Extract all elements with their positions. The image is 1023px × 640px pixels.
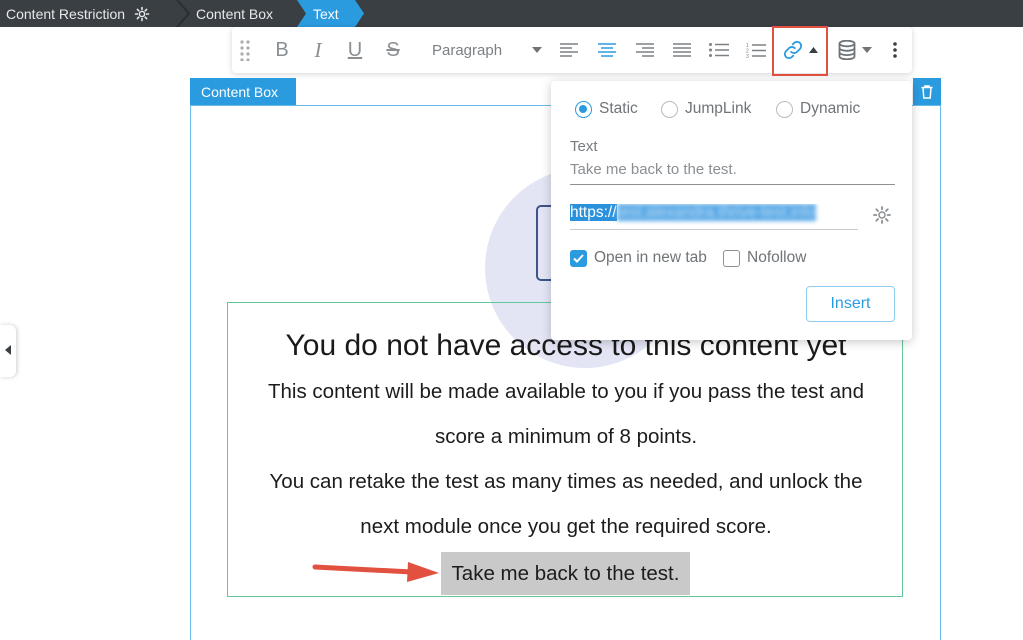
- trash-icon[interactable]: [913, 78, 941, 105]
- numbered-list-icon[interactable]: 123: [745, 27, 767, 73]
- breadcrumb-active-arrow: [355, 0, 364, 27]
- link-type-label: JumpLink: [685, 100, 752, 117]
- breadcrumb-item-content-restriction[interactable]: Content Restriction: [0, 0, 178, 27]
- link-settings-popup: Static JumpLink Dynamic Text Take me bac…: [551, 81, 912, 340]
- paragraph-style-select[interactable]: Paragraph: [422, 27, 552, 73]
- strikethrough-icon: S: [386, 38, 400, 61]
- breadcrumb-separator: [176, 0, 190, 27]
- underline-icon: U: [347, 38, 363, 61]
- radio-icon[interactable]: [661, 100, 678, 118]
- text-formatting-toolbar: B I U S Paragraph 1 2 3: [232, 26, 912, 76]
- svg-text:3: 3: [746, 54, 749, 58]
- more-options-icon[interactable]: [886, 27, 904, 73]
- breadcrumb-label: Content Restriction: [6, 5, 126, 22]
- breadcrumb-separator: [297, 0, 306, 27]
- caret-down-icon: [532, 47, 542, 53]
- breadcrumb-item-content-box[interactable]: Content Box: [190, 0, 296, 27]
- bullet-list-icon[interactable]: [708, 27, 730, 73]
- caret-down-icon: [862, 47, 872, 53]
- radio-icon[interactable]: [776, 100, 793, 118]
- gear-icon[interactable]: [134, 6, 150, 22]
- link-type-label: Static: [599, 100, 638, 117]
- link-type-jumplink[interactable]: JumpLink: [661, 99, 751, 119]
- checkbox-icon[interactable]: [723, 249, 740, 267]
- breadcrumb-label: Content Box: [196, 5, 274, 22]
- caret-left-icon: [5, 342, 11, 360]
- radio-selected-icon[interactable]: [575, 100, 592, 118]
- justify-icon[interactable]: [671, 27, 693, 73]
- content-box-label-text: Content Box: [201, 83, 279, 100]
- bold-icon: B: [275, 38, 289, 61]
- link-type-label: Dynamic: [800, 100, 861, 117]
- option-label: Open in new tab: [594, 249, 707, 266]
- nofollow-option[interactable]: Nofollow: [723, 248, 806, 268]
- strikethrough-button[interactable]: S: [381, 27, 405, 73]
- url-obscured-text: test.alexandra.thrive-test.info: [616, 204, 816, 221]
- align-center-icon[interactable]: [596, 27, 618, 73]
- paragraph-style-value: Paragraph: [432, 41, 503, 59]
- database-icon: [838, 40, 856, 60]
- content-box-label[interactable]: Content Box: [190, 78, 296, 105]
- open-in-new-tab-option[interactable]: Open in new tab: [570, 248, 707, 268]
- text-element[interactable]: You do not have access to this content y…: [227, 302, 903, 597]
- option-label: Nofollow: [747, 249, 807, 266]
- checkbox-checked-icon[interactable]: [570, 249, 587, 267]
- text-field-label: Text: [570, 138, 598, 155]
- paragraph-line: score a minimum of 8 points.: [434, 425, 698, 448]
- align-right-icon[interactable]: [634, 27, 656, 73]
- italic-icon: I: [314, 37, 322, 62]
- align-left-icon[interactable]: [558, 27, 580, 73]
- bold-button[interactable]: B: [270, 27, 294, 73]
- sidebar-toggle[interactable]: [0, 325, 16, 377]
- url-selected-text: https://: [570, 204, 617, 221]
- selected-link-text[interactable]: Take me back to the test.: [441, 552, 690, 595]
- database-button[interactable]: [835, 27, 875, 73]
- gear-icon[interactable]: [872, 205, 892, 230]
- paragraph-line: This content will be made available to y…: [268, 380, 864, 403]
- link-type-dynamic[interactable]: Dynamic: [776, 99, 860, 119]
- paragraph-line: You can retake the test as many times as…: [269, 470, 863, 493]
- link-type-static[interactable]: Static: [575, 99, 638, 119]
- paragraph-line: next module once you get the required sc…: [360, 515, 772, 538]
- annotation-arrow: [312, 562, 439, 582]
- breadcrumb-label: Text: [313, 5, 339, 22]
- link-button-highlight-box: [772, 26, 828, 76]
- drag-handle-icon[interactable]: [234, 27, 256, 73]
- link-text-input[interactable]: Take me back to the test.: [570, 161, 895, 185]
- italic-button[interactable]: I: [306, 27, 330, 73]
- breadcrumb: Content Restriction Content Box Text: [0, 0, 1023, 27]
- url-input[interactable]: https://test.alexandra.thrive-test.info: [570, 204, 858, 230]
- underline-button[interactable]: U: [343, 27, 367, 73]
- editor-canvas: Content Restriction Content Box Text B I…: [0, 0, 1023, 640]
- insert-button[interactable]: Insert: [806, 286, 895, 322]
